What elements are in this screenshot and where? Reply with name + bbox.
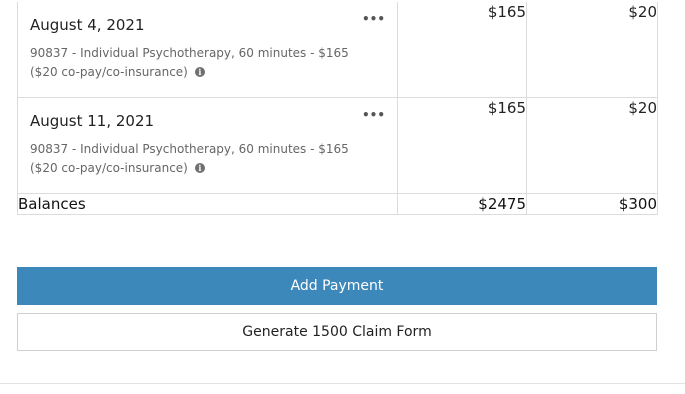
ellipsis-icon[interactable]: ••• [362, 109, 385, 121]
service-text: 90837 - Individual Psychotherapy, 60 min… [30, 46, 349, 79]
add-payment-button[interactable]: Add Payment [17, 267, 657, 305]
appointment-date: August 4, 2021 [30, 16, 145, 34]
ledger-table: August 4, 2021 ••• 90837 - Individual Ps… [17, 2, 658, 215]
info-icon[interactable]: i [194, 162, 205, 173]
paid-total: $300 [526, 193, 658, 215]
balances-row: Balances $2475 $300 [17, 193, 658, 215]
description-cell: August 11, 2021 ••• 90837 - Individual P… [17, 97, 398, 194]
paid-amount: $20 [526, 97, 658, 194]
generate-claim-form-button[interactable]: Generate 1500 Claim Form [17, 313, 657, 351]
appointment-date: August 11, 2021 [30, 112, 155, 130]
ellipsis-icon[interactable]: ••• [362, 13, 385, 25]
info-icon[interactable]: i [194, 66, 205, 77]
balances-label: Balances [17, 193, 398, 215]
fee-total: $2475 [397, 193, 527, 215]
table-row: August 11, 2021 ••• 90837 - Individual P… [17, 97, 658, 194]
service-description: 90837 - Individual Psychotherapy, 60 min… [30, 44, 375, 82]
fee-amount: $165 [397, 97, 527, 194]
divider [0, 383, 685, 384]
billing-panel: August 4, 2021 ••• 90837 - Individual Ps… [0, 0, 685, 394]
description-cell: August 4, 2021 ••• 90837 - Individual Ps… [17, 2, 398, 98]
fee-amount: $165 [397, 2, 527, 98]
service-description: 90837 - Individual Psychotherapy, 60 min… [30, 140, 375, 178]
table-row: August 4, 2021 ••• 90837 - Individual Ps… [17, 2, 658, 98]
paid-amount: $20 [526, 2, 658, 98]
service-text: 90837 - Individual Psychotherapy, 60 min… [30, 142, 349, 175]
